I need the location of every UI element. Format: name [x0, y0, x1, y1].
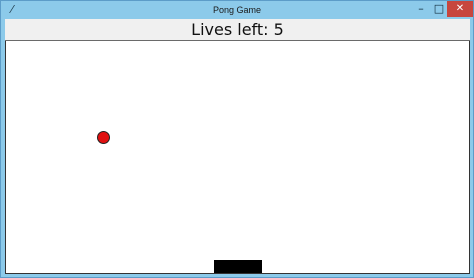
close-icon: ✕ [455, 3, 465, 14]
minimize-button[interactable]: – [413, 1, 429, 17]
game-window: ⁄ Pong Game – □ ✕ Lives left: 5 [0, 0, 474, 278]
maximize-button[interactable]: □ [431, 1, 447, 17]
close-button[interactable]: ✕ [447, 1, 473, 17]
title-bar[interactable]: ⁄ Pong Game – □ ✕ [1, 1, 473, 19]
ball [97, 131, 110, 144]
paddle[interactable] [214, 260, 262, 273]
lives-header: Lives left: 5 [5, 19, 470, 41]
game-canvas[interactable] [5, 41, 470, 274]
lives-label: Lives left: 5 [191, 20, 284, 39]
window-title: Pong Game [212, 5, 262, 15]
maximize-icon: □ [433, 2, 445, 15]
minimize-icon: – [418, 2, 424, 15]
